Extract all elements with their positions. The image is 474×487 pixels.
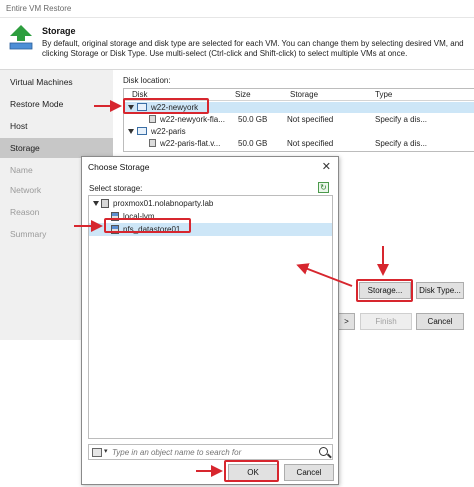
column-type[interactable]: Type (375, 90, 392, 99)
step-virtual-machines[interactable]: Virtual Machines (0, 72, 113, 92)
dialog-title: Choose Storage (88, 162, 150, 172)
finish-button: Finish (360, 313, 412, 330)
restore-arrow-icon (9, 25, 33, 50)
vm-icon (137, 127, 147, 135)
next-button[interactable]: > (338, 313, 355, 330)
select-storage-label: Select storage: (89, 184, 143, 193)
disk-icon (149, 115, 156, 123)
step-description: By default, original storage and disk ty… (42, 39, 464, 58)
window-title: Entire VM Restore (6, 4, 72, 13)
disk-type-button[interactable]: Disk Type... (416, 282, 464, 299)
window-titlebar: Entire VM Restore (0, 0, 474, 18)
choose-storage-dialog: Choose Storage ✕ Select storage: ↻ proxm… (81, 156, 339, 485)
expand-triangle-icon[interactable] (93, 201, 99, 206)
column-size[interactable]: Size (235, 90, 251, 99)
step-title: Storage (42, 26, 76, 36)
disk-type: Specify a dis... (375, 139, 428, 148)
highlight-ok-button (224, 460, 279, 482)
disk-size: 50.0 GB (238, 139, 268, 148)
host-icon (101, 199, 109, 208)
dialog-cancel-button[interactable]: Cancel (284, 464, 334, 481)
highlight-vm-selection (123, 98, 209, 114)
search-icon[interactable] (319, 447, 328, 456)
column-storage[interactable]: Storage (290, 90, 318, 99)
disk-location-label: Disk location: (123, 76, 171, 85)
object-search-input[interactable] (112, 446, 312, 458)
close-icon[interactable]: ✕ (322, 160, 331, 173)
vm-row-paris[interactable]: w22-paris (124, 126, 474, 137)
step-host[interactable]: Host (0, 116, 113, 136)
host-name: proxmox01.nolabnoparty.lab (113, 199, 214, 208)
disk-size: 50.0 GB (238, 115, 268, 124)
disk-storage: Not specified (287, 115, 334, 124)
vm-name: w22-paris (151, 127, 186, 136)
cancel-button[interactable]: Cancel (416, 313, 464, 330)
refresh-icon[interactable]: ↻ (318, 182, 329, 193)
wizard-header: Storage By default, original storage and… (0, 18, 474, 70)
object-search-box: ▾ (88, 444, 333, 460)
step-storage[interactable]: Storage (0, 138, 113, 158)
disk-storage: Not specified (287, 139, 334, 148)
disk-name: w22-newyork-fla... (160, 115, 225, 124)
disk-name: w22-paris-flat.v... (160, 139, 221, 148)
chevron-down-icon[interactable]: ▾ (104, 447, 108, 455)
disk-row-newyork[interactable]: w22-newyork-fla... 50.0 GB Not specified… (124, 114, 474, 125)
disk-row-paris[interactable]: w22-paris-flat.v... 50.0 GB Not specifie… (124, 138, 474, 149)
highlight-storage-button (356, 279, 413, 302)
disk-icon (149, 139, 156, 147)
tree-host-node[interactable]: proxmox01.nolabnoparty.lab (89, 197, 332, 210)
step-restore-mode[interactable]: Restore Mode (0, 94, 113, 114)
object-type-icon[interactable] (92, 448, 102, 457)
highlight-storage-selection (104, 218, 191, 233)
disk-type: Specify a dis... (375, 115, 428, 124)
expand-triangle-icon[interactable] (128, 129, 134, 134)
